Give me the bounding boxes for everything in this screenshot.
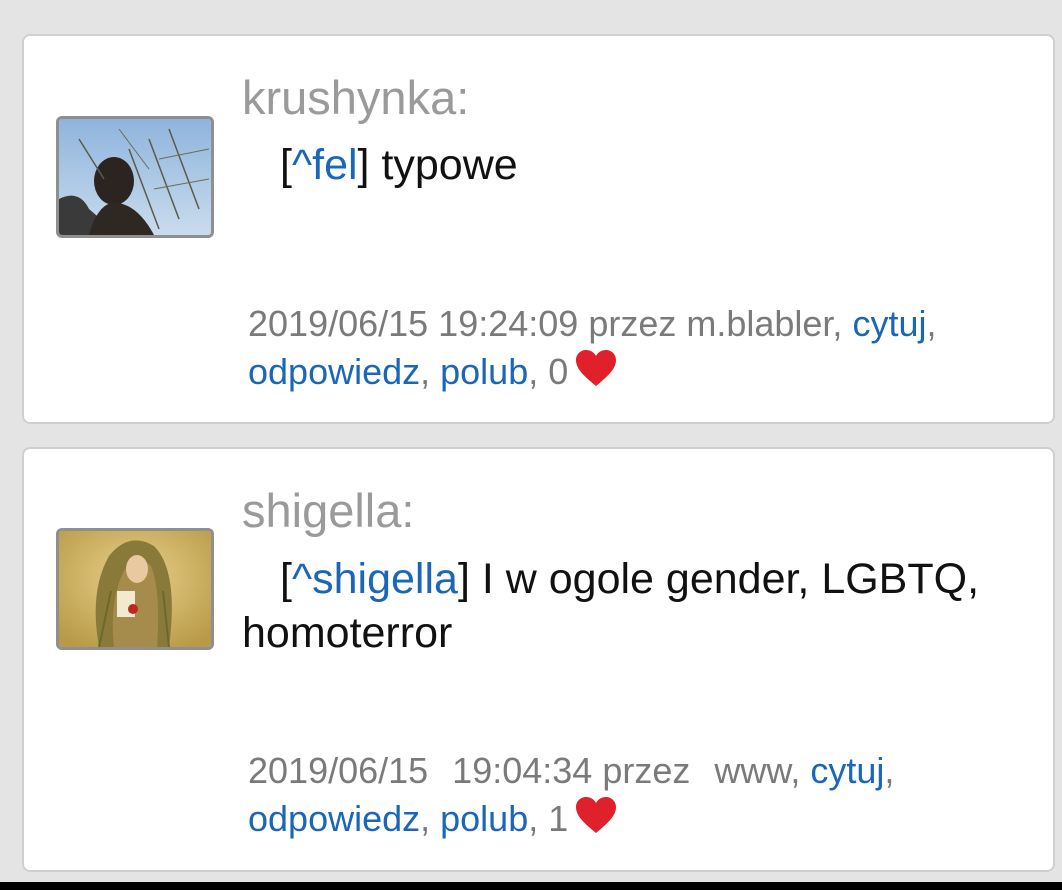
reply-bracket-close: ] xyxy=(357,141,370,189)
like-count: 0 xyxy=(548,351,569,392)
avatar-painting xyxy=(59,531,211,647)
heart-icon xyxy=(574,348,618,400)
post-meta: 2019/06/15 19:04:34 przez www, cytuj, od… xyxy=(248,747,1031,847)
post-author[interactable]: shigella: xyxy=(242,487,414,534)
post-meta: 2019/06/15 19:24:09 przez m.blabler, cyt… xyxy=(248,300,1031,400)
post-timestamp: 2019/06/15 19:04:34 xyxy=(248,750,593,791)
post-author[interactable]: krushynka: xyxy=(242,74,469,121)
post-timestamp: 2019/06/15 19:24:09 xyxy=(248,303,579,344)
like-link[interactable]: polub xyxy=(440,351,528,392)
like-link[interactable]: polub xyxy=(440,798,528,839)
post-by: przez www, xyxy=(602,750,801,791)
reply-link[interactable]: odpowiedz xyxy=(248,798,420,839)
post-by: przez m.blabler, xyxy=(588,303,843,344)
reply-to-link[interactable]: ^fel xyxy=(292,141,358,189)
post-card: krushynka: [^fel] typowe 2019/06/15 19:2… xyxy=(22,34,1055,424)
post-text: typowe xyxy=(369,141,518,189)
reply-bracket-close: ] xyxy=(457,555,470,603)
quote-link[interactable]: cytuj xyxy=(810,750,884,791)
system-bottom-bar xyxy=(0,882,1062,890)
post-body: [^shigella] I w ogole gender, LGBTQ, hom… xyxy=(242,552,1033,660)
reply-bracket-open: [ xyxy=(280,555,292,603)
avatar-photo xyxy=(59,119,211,235)
reply-bracket-open: [ xyxy=(280,141,292,189)
like-count: 1 xyxy=(548,798,569,839)
reply-link[interactable]: odpowiedz xyxy=(248,351,420,392)
post-body: [^fel] typowe xyxy=(242,138,1033,192)
reply-to-link[interactable]: ^shigella xyxy=(292,555,458,603)
quote-link[interactable]: cytuj xyxy=(852,303,926,344)
heart-icon xyxy=(574,795,618,847)
avatar[interactable] xyxy=(56,528,214,650)
avatar[interactable] xyxy=(56,116,214,238)
post-card: shigella: [^shigella] I w ogole gender, … xyxy=(22,447,1055,872)
